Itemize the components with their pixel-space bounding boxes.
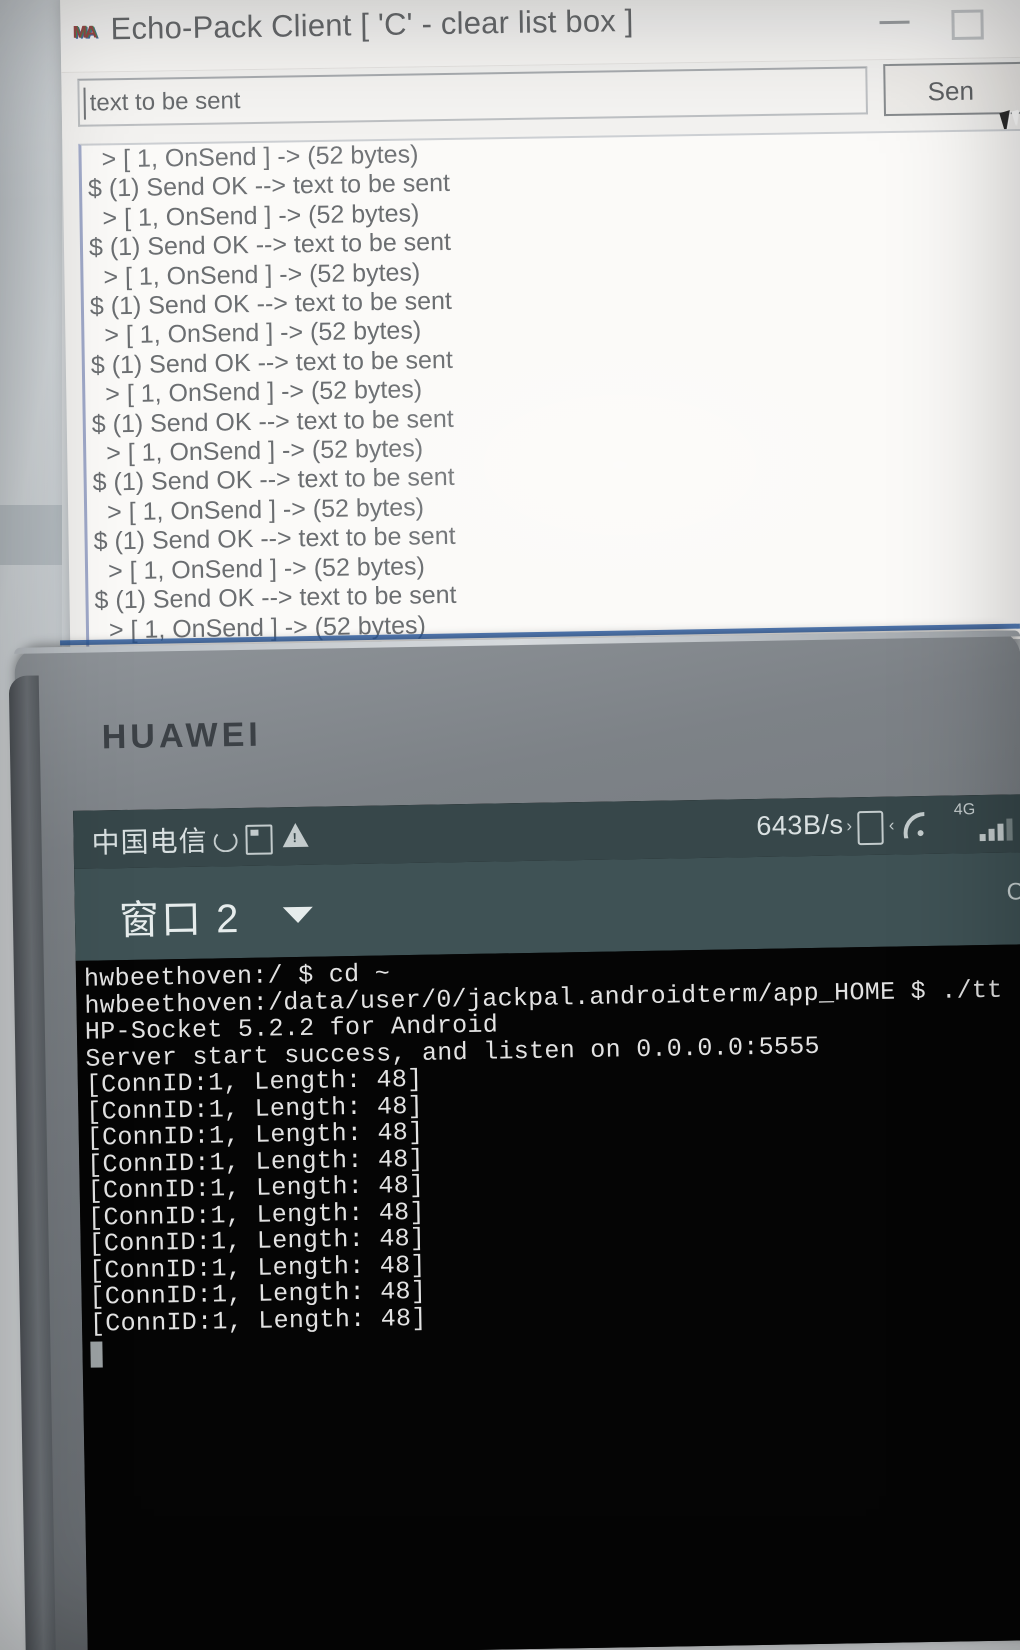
terminal-window-label[interactable]: 窗口 2 [118, 886, 241, 946]
sd-card-icon [245, 824, 273, 855]
chevron-down-icon[interactable] [282, 906, 314, 924]
network-type-label: 4G [953, 801, 976, 819]
terminal-bar-cutoff-text: C [1006, 878, 1020, 906]
brand-logo: HUAWEI [101, 715, 263, 757]
send-input[interactable]: text to be sent [77, 66, 868, 127]
huawei-device: HUAWEI 中国电信 643B/s 4G 窗口 2 C hwbeethove [8, 618, 1020, 1650]
page-title: Echo-Pack Client [ 'C' - clear list box … [110, 2, 634, 47]
send-button[interactable]: Sen [883, 61, 1020, 117]
text-caret [83, 87, 86, 120]
terminal-cursor [90, 1341, 103, 1368]
echo-pack-client-window: MA Echo-Pack Client [ 'C' - clear list b… [60, 0, 1020, 654]
vibrate-icon [857, 810, 884, 846]
sync-icon [213, 830, 238, 853]
data-rate-label: 643B/s [756, 809, 844, 841]
app-icon: MA [72, 22, 96, 42]
terminal-window-bar: 窗口 2 C [74, 852, 1020, 961]
send-button-label: Sen [927, 75, 975, 107]
minimize-icon[interactable] [879, 20, 910, 25]
background-left-edge [0, 0, 62, 700]
background-strip [0, 505, 62, 565]
send-input-value: text to be sent [89, 87, 241, 117]
toolbar: text to be sent Sen [61, 57, 1020, 139]
warning-icon [282, 822, 309, 848]
wifi-icon [903, 811, 938, 839]
maximize-icon[interactable] [951, 9, 984, 40]
terminal-output[interactable]: hwbeethoven:/ $ cd ~ hwbeethoven:/data/us… [75, 944, 1020, 1650]
photo-scene: MA Echo-Pack Client [ 'C' - clear list b… [0, 0, 1020, 1650]
carrier-label: 中国电信 [91, 825, 208, 859]
log-list-box[interactable]: > [ 1, OnSend ] -> (52 bytes) $ (1) Send … [78, 128, 1020, 654]
signal-bars-icon [979, 818, 1013, 842]
phone-screen: 中国电信 643B/s 4G 窗口 2 C hwbeethoven:/ $ cd… [73, 794, 1020, 1650]
